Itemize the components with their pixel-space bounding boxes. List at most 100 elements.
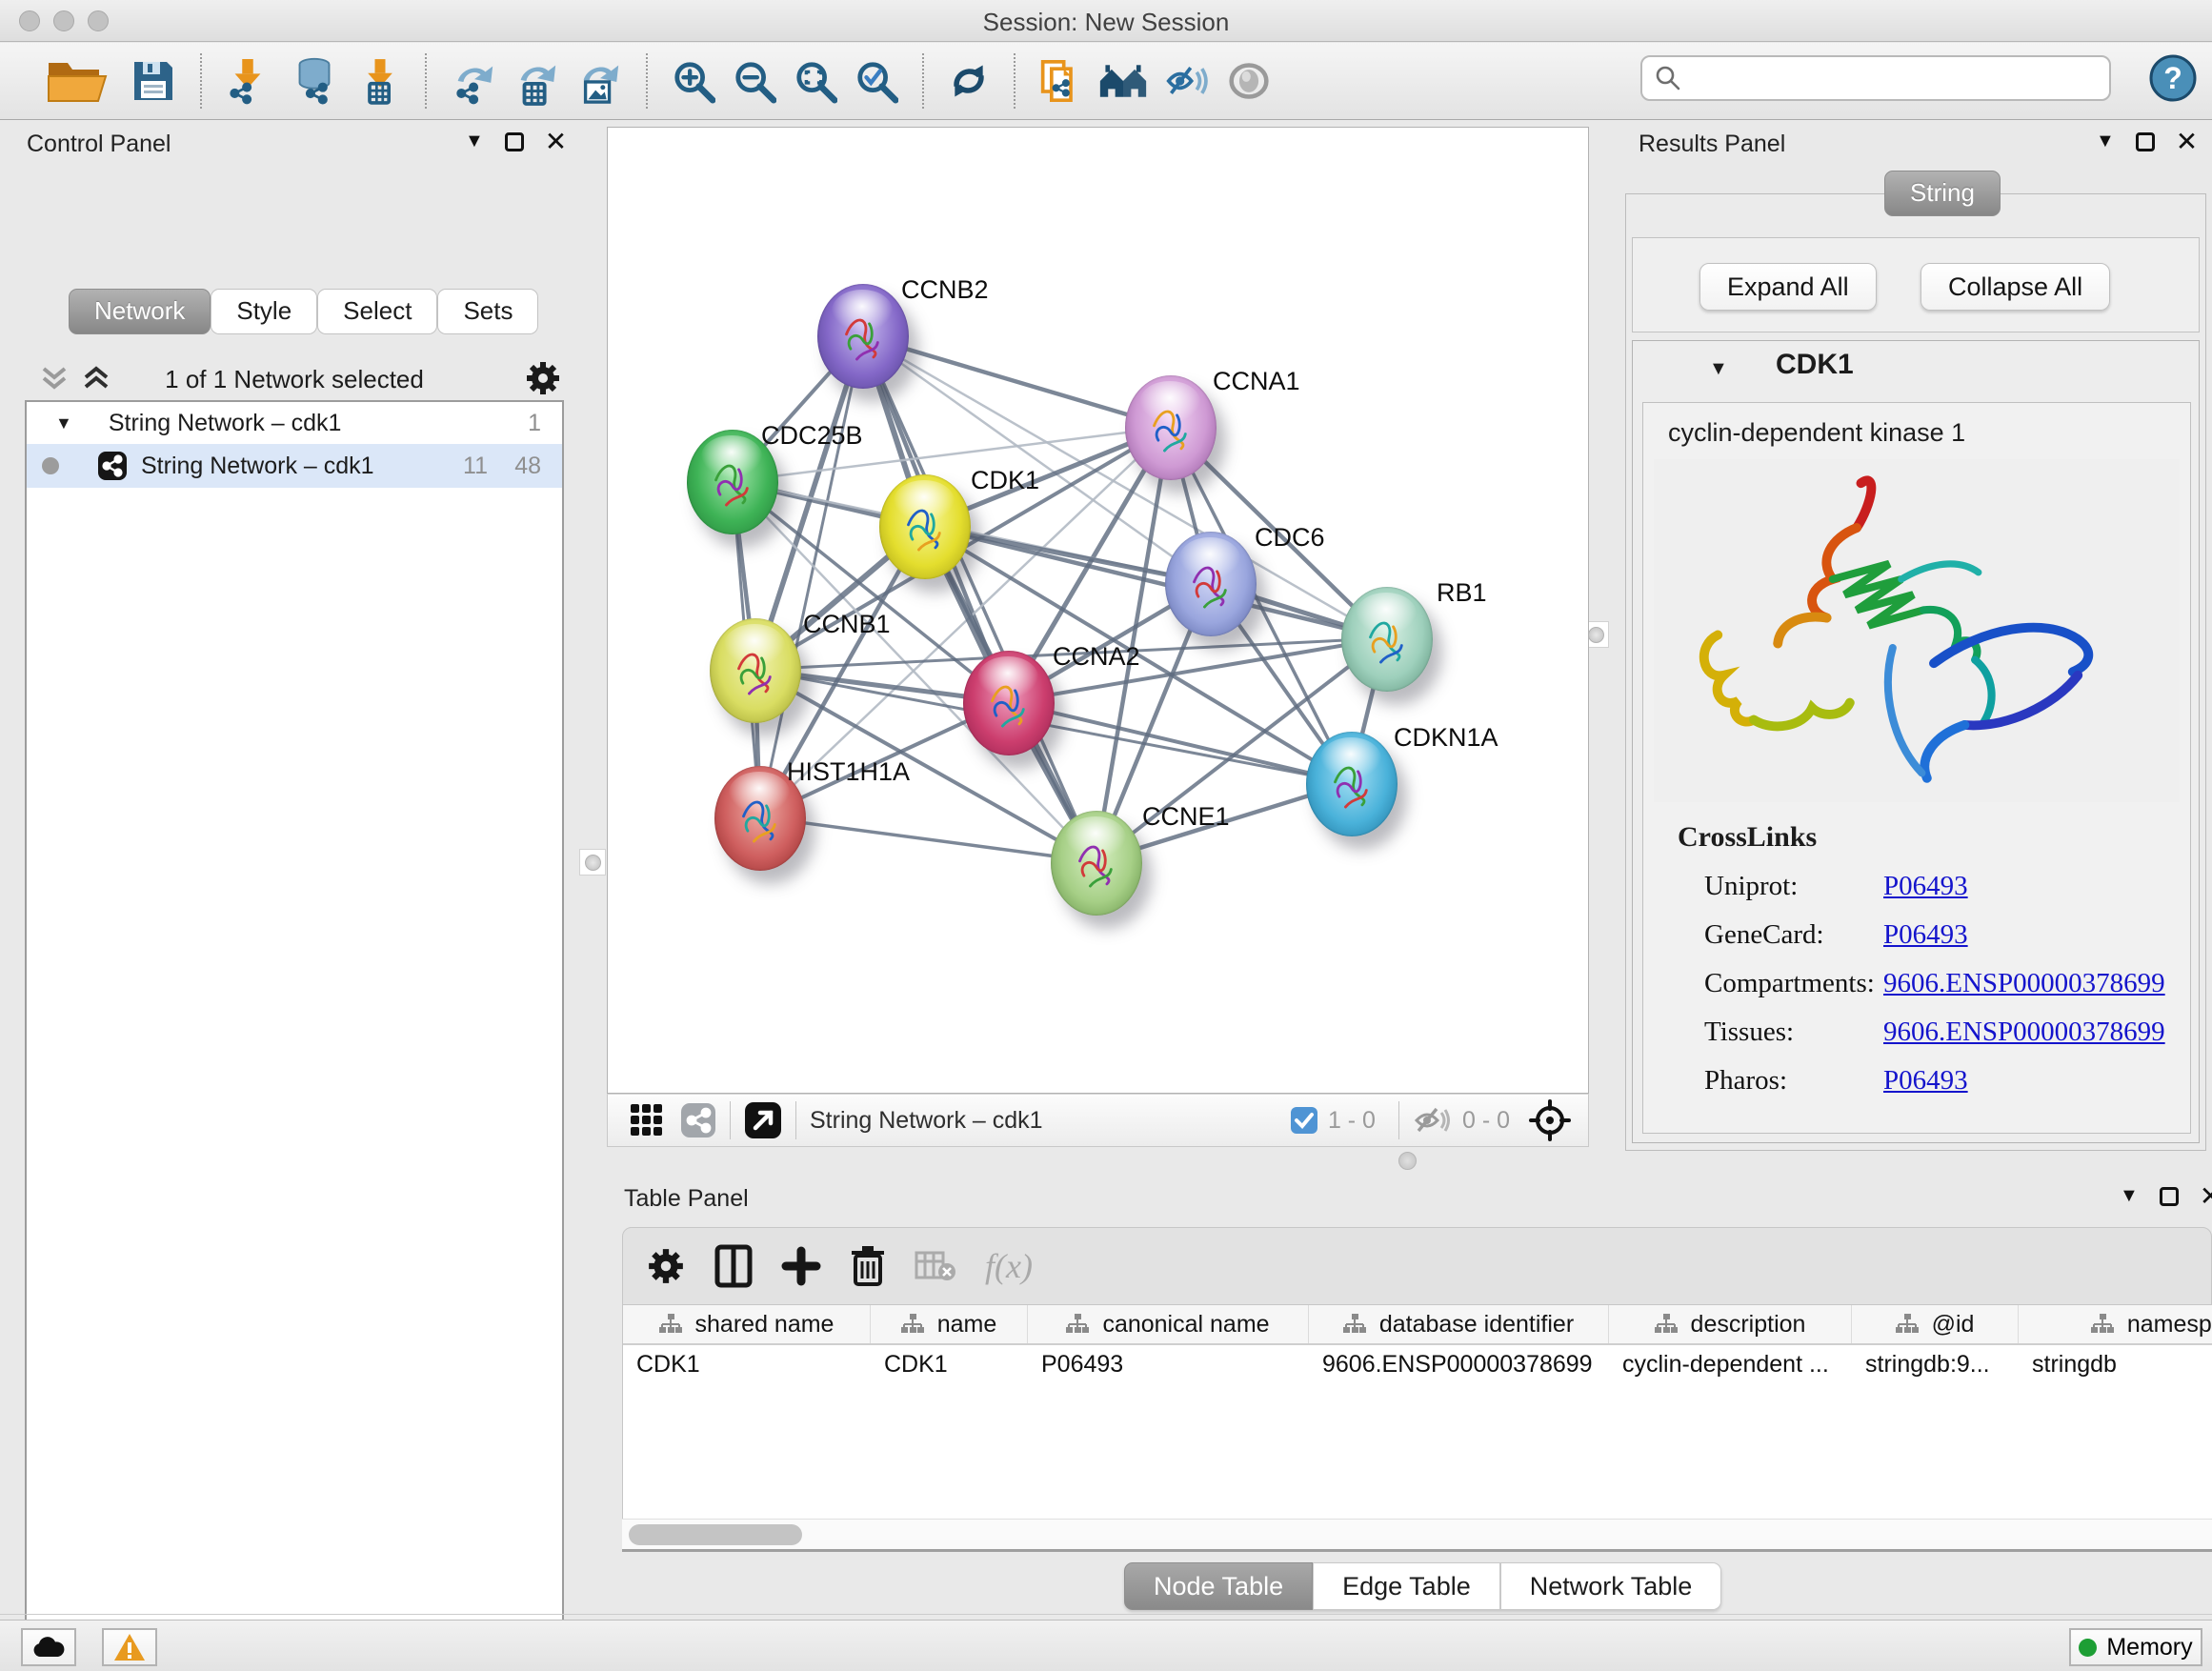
warning-button[interactable] [102,1628,157,1666]
table-panel-float-icon[interactable] [2160,1187,2179,1206]
memory-button[interactable]: Memory [2069,1628,2202,1666]
node-CCNB1[interactable] [710,618,801,723]
show-columns-icon[interactable] [714,1244,753,1288]
network-collection-row[interactable]: ▼ String Network – cdk1 1 [27,402,562,444]
protein-structure-thumbnail [725,637,786,704]
delete-column-trash-icon[interactable] [850,1244,886,1288]
export-table-button[interactable] [505,51,568,111]
node-table[interactable]: shared name name canonical name database… [622,1305,2212,1549]
table-panel-close-icon[interactable]: ✕ [2200,1187,2212,1206]
selected-checkbox-icon[interactable] [1290,1106,1318,1135]
control-panel-menu-icon[interactable]: ▼ [465,131,484,152]
table-cell[interactable]: P06493 [1028,1345,1309,1385]
crosslink-value-link[interactable]: P06493 [1883,919,1968,951]
preview-mode-button[interactable] [1219,51,1278,111]
bottom-splitter-handle[interactable] [1398,1152,1417,1170]
export-network-button[interactable] [442,51,505,111]
refresh-layout-button[interactable] [939,51,998,111]
crosslink-value-link[interactable]: 9606.ENSP00000378699 [1883,968,2165,999]
help-button[interactable]: ? [2149,54,2197,102]
table-cell[interactable]: 9606.ENSP00000378699 [1309,1345,1609,1385]
results-panel-float-icon[interactable] [2136,132,2155,151]
import-network-button[interactable] [217,51,278,111]
hide-graphics-details-button[interactable] [1156,51,1219,111]
edge-CCNB2-CCNA1[interactable] [862,336,1169,428]
column-header-name[interactable]: name [871,1305,1028,1343]
gene-card-expander-icon[interactable]: ▼ [1709,358,1728,380]
crosslink-value-link[interactable]: 9606.ENSP00000378699 [1883,1017,2165,1048]
column-header-shared-name[interactable]: shared name [623,1305,871,1343]
node-CCNA2[interactable] [963,651,1055,755]
crosslink-value-link[interactable]: P06493 [1883,871,1968,902]
tab-network[interactable]: Network [69,289,211,334]
left-splitter-handle[interactable] [579,849,606,876]
open-session-button[interactable] [36,51,122,111]
zoom-in-button[interactable] [663,51,724,111]
tab-node-table[interactable]: Node Table [1124,1562,1313,1610]
tab-sets[interactable]: Sets [437,289,538,334]
tab-style[interactable]: Style [211,289,317,334]
node-label-HIST1H1A: HIST1H1A [787,757,910,787]
hidden-eye-slash-icon[interactable] [1413,1104,1453,1137]
collapse-all-button[interactable]: Collapse All [1920,263,2110,311]
scrollbar-thumb[interactable] [629,1524,802,1545]
tab-edge-table[interactable]: Edge Table [1313,1562,1500,1610]
table-cell[interactable]: cyclin-dependent ... [1609,1345,1852,1385]
node-CCNB2[interactable] [817,284,909,389]
table-settings-gear-icon[interactable] [646,1244,686,1288]
string-view-icon[interactable] [680,1102,716,1138]
network-row[interactable]: String Network – cdk1 11 48 [27,444,562,488]
table-panel-menu-icon[interactable]: ▼ [2120,1185,2139,1207]
column-header-canonical-name[interactable]: canonical name [1028,1305,1309,1343]
protein-structure-thumbnail [1066,830,1127,896]
copy-network-button[interactable] [1031,51,1090,111]
node-label-CCNA1: CCNA1 [1213,367,1300,396]
table-cell[interactable]: stringdb [2019,1345,2212,1385]
tab-select[interactable]: Select [317,289,437,334]
import-table-button[interactable] [351,51,410,111]
control-panel-close-icon[interactable]: ✕ [545,132,567,151]
fit-selected-crosshair-icon[interactable] [1529,1099,1571,1141]
column-header-database-identifier[interactable]: database identifier [1309,1305,1609,1343]
grid-view-icon[interactable] [629,1102,665,1138]
table-cell[interactable]: CDK1 [623,1345,871,1385]
edge-CCNB2-HIST1H1A[interactable] [760,336,863,817]
import-database-button[interactable] [278,51,351,111]
expand-all-button[interactable]: Expand All [1699,263,1877,311]
tab-string[interactable]: String [1884,171,2001,216]
column-header-id[interactable]: @id [1852,1305,2019,1343]
column-header-description[interactable]: description [1609,1305,1852,1343]
home-button[interactable] [1090,51,1156,111]
node-CDK1[interactable] [879,474,971,579]
node-CDKN1A[interactable] [1306,732,1398,836]
network-canvas[interactable]: CCNB2 CCNA1 CDC25B CDK1 CDC6 RB1 CCNB1 C… [607,127,1589,1094]
network-options-gear-icon[interactable] [524,359,562,397]
edge-HIST1H1A-CCNE1[interactable] [760,817,1096,862]
crosslink-value-link[interactable]: P06493 [1883,1065,1968,1097]
node-CCNA1[interactable] [1125,375,1217,480]
table-cell[interactable]: CDK1 [871,1345,1028,1385]
edge-CCNA2-CDKN1A[interactable] [1008,702,1350,783]
results-panel-menu-icon[interactable]: ▼ [2096,131,2115,152]
column-header-namespace[interactable]: namespace [2019,1305,2212,1343]
table-cell[interactable]: stringdb:9... [1852,1345,2019,1385]
birds-eye-view-icon[interactable] [744,1101,782,1139]
tab-network-table[interactable]: Network Table [1500,1562,1722,1610]
search-input[interactable] [1640,55,2111,101]
node-CCNE1[interactable] [1051,811,1142,916]
export-image-button[interactable] [568,51,631,111]
table-horizontal-scrollbar[interactable] [622,1519,2212,1549]
zoom-selected-button[interactable] [846,51,907,111]
zoom-fit-button[interactable] [785,51,846,111]
results-panel-close-icon[interactable]: ✕ [2176,132,2198,151]
collection-expander-icon[interactable]: ▼ [55,413,72,433]
save-session-button[interactable] [122,51,185,111]
table-row[interactable]: CDK1CDK1P064939606.ENSP00000378699cyclin… [623,1345,2212,1385]
zoom-out-button[interactable] [724,51,785,111]
control-panel-float-icon[interactable] [505,132,524,151]
node-RB1[interactable] [1341,587,1433,692]
cloud-status-button[interactable] [21,1628,76,1666]
create-column-plus-icon[interactable] [781,1244,821,1288]
gene-card-body: cyclin-dependent kinase 1 [1642,402,2191,1134]
node-CDC6[interactable] [1165,532,1257,636]
